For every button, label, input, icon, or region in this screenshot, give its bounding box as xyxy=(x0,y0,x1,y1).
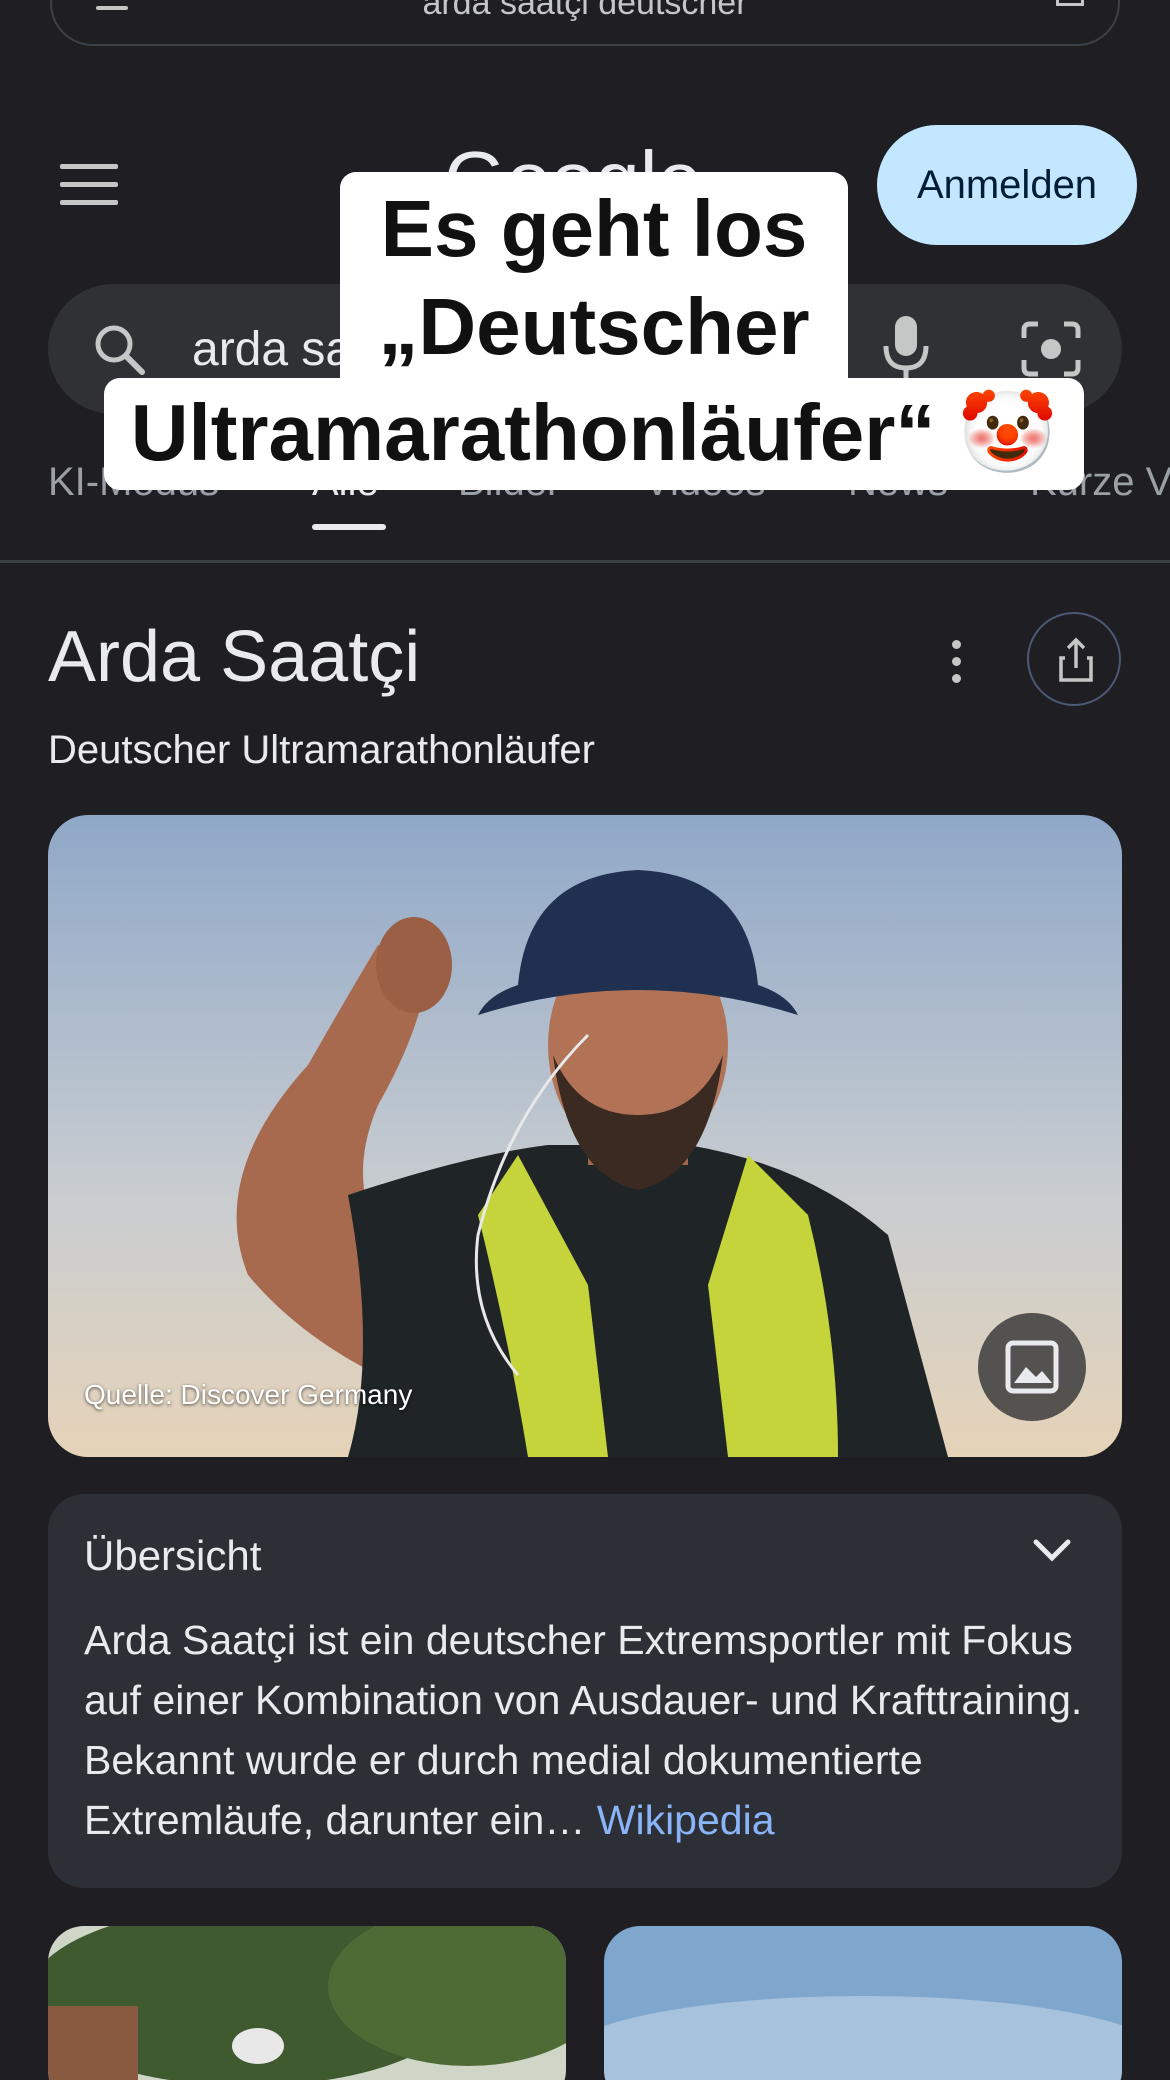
view-images-button[interactable] xyxy=(978,1313,1086,1421)
search-input[interactable]: arda sa xyxy=(192,322,352,377)
lens-icon[interactable] xyxy=(1020,320,1082,378)
caption-line-2: „Deutscher xyxy=(378,282,810,371)
thumbnail-photo xyxy=(604,1926,1122,2080)
panel-title: Arda Saatçi xyxy=(48,617,421,697)
overview-body: Arda Saatçi ist ein deutscher Extremspor… xyxy=(84,1617,1083,1843)
search-icon xyxy=(95,325,145,375)
menu-icon[interactable] xyxy=(60,164,118,206)
thumbnail-image[interactable] xyxy=(48,1926,566,2080)
hero-image[interactable]: Quelle: Discover Germany xyxy=(48,815,1122,1457)
share-icon xyxy=(1059,637,1093,682)
browser-share-icon[interactable] xyxy=(1056,0,1084,6)
browser-url-text: arda saatçi deutscher xyxy=(422,0,748,22)
active-tab-indicator xyxy=(312,524,386,530)
thumbnail-photo xyxy=(48,1926,566,2080)
caption-line-3: Ultramarathonläufer“ 🤡 xyxy=(130,388,1058,477)
runner-photo xyxy=(48,815,1122,1457)
overview-heading: Übersicht xyxy=(84,1532,262,1579)
chevron-down-icon[interactable] xyxy=(1030,1536,1074,1566)
overview-card: Übersicht Arda Saatçi ist ein deutscher … xyxy=(48,1494,1122,1888)
overview-text: Arda Saatçi ist ein deutscher Extremspor… xyxy=(84,1610,1094,1850)
caption-line-1: Es geht los xyxy=(380,184,808,273)
signin-button[interactable]: Anmelden xyxy=(877,125,1137,245)
wikipedia-link[interactable]: Wikipedia xyxy=(597,1797,775,1843)
browser-url-bar[interactable]: arda saatçi deutscher xyxy=(50,0,1120,46)
more-vert-icon[interactable] xyxy=(945,640,967,690)
share-button[interactable] xyxy=(1027,612,1121,706)
image-source: Quelle: Discover Germany xyxy=(84,1379,413,1410)
image-icon xyxy=(1005,1340,1059,1394)
thumbnail-image[interactable] xyxy=(604,1926,1122,2080)
panel-subtitle: Deutscher Ultramarathonläufer xyxy=(48,728,595,772)
mic-icon[interactable] xyxy=(880,314,932,384)
tabs-divider xyxy=(0,560,1170,563)
